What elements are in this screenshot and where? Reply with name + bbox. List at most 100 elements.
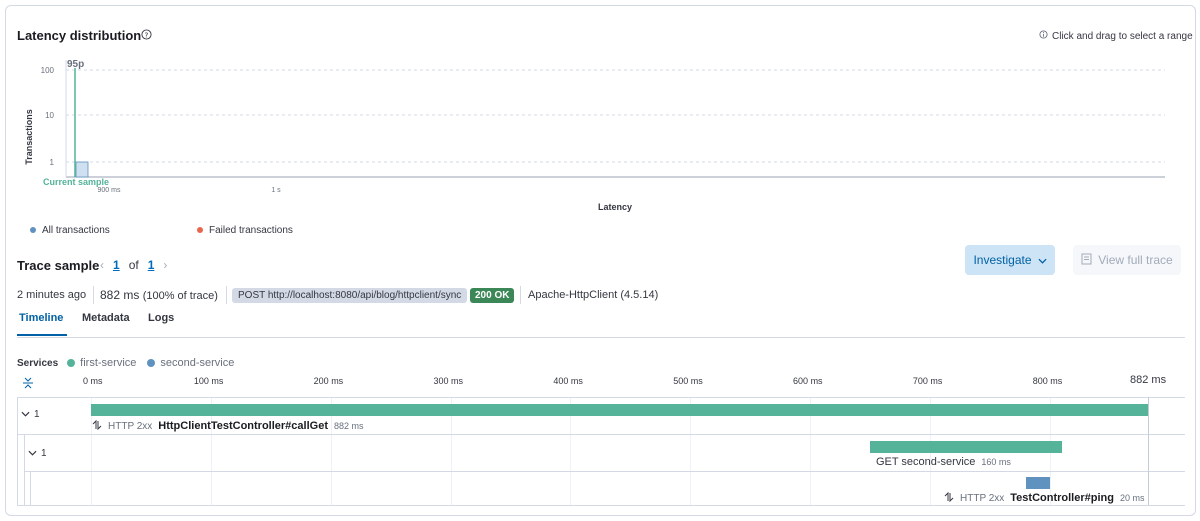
help-icon[interactable]: ? [141, 29, 152, 43]
percentile-label: 95p [67, 59, 84, 70]
timeline-tick-label: 100 ms [193, 376, 224, 386]
x-tick-label: 900 ms [98, 187, 121, 194]
investigate-button[interactable]: Investigate [965, 245, 1055, 275]
http-exit-icon [944, 491, 954, 505]
span-name: GET second-service [875, 456, 976, 468]
services-label: Services [17, 357, 59, 369]
legend-all[interactable]: All transactions [30, 225, 110, 236]
page-total[interactable]: 1 [148, 258, 155, 272]
services-legend: Services first-service second-service [17, 357, 234, 369]
timeline-tick-label: 700 ms [912, 376, 943, 386]
span-toggle[interactable]: 1 [21, 409, 40, 420]
trace-title: Trace sample [17, 258, 100, 273]
page-of: of [128, 258, 139, 272]
service-first: first-service [80, 357, 137, 369]
span-label-get-second-service[interactable]: GET second-service 160 ms [876, 456, 1011, 468]
legend-failed-label: Failed transactions [209, 225, 293, 236]
legend-failed[interactable]: Failed transactions [197, 225, 293, 236]
view-full-trace-label: View full trace [1098, 253, 1173, 267]
y-tick-label: 100 [41, 66, 55, 75]
row-divider [17, 505, 1185, 506]
trace-duration-pct: (100% of trace) [142, 290, 218, 302]
chevron-down-icon [1037, 253, 1047, 267]
trace-duration-value: 882 ms [100, 288, 140, 302]
tab-active-indicator [17, 334, 67, 336]
span-child-count: 1 [41, 448, 47, 459]
drag-hint: Click and drag to select a range [1039, 30, 1193, 42]
service-swatch [67, 359, 76, 367]
service-second: second-service [160, 357, 235, 369]
legend-all-swatch [30, 227, 36, 234]
drag-hint-text: Click and drag to select a range [1052, 30, 1193, 42]
timeline-tick-label: 200 ms [313, 376, 344, 386]
view-full-trace-button[interactable]: View full trace [1073, 245, 1181, 275]
legend-all-label: All transactions [42, 225, 110, 236]
y-axis-label: Transactions [24, 109, 34, 165]
status-badge: 200 OK [470, 288, 515, 303]
row-border [30, 471, 31, 505]
row-border [17, 397, 18, 505]
trace-pagination: ‹ 1 of 1 › [100, 258, 167, 272]
x-axis-label: Latency [598, 202, 632, 212]
info-icon [1039, 30, 1048, 42]
latency-grid [65, 60, 1165, 178]
span-duration: 20 ms [1119, 493, 1145, 503]
span-toggle[interactable]: 1 [28, 448, 47, 459]
http-exit-icon [92, 419, 102, 433]
prev-page-icon[interactable]: ‹ [100, 258, 104, 272]
collapse-all-icon[interactable] [21, 376, 35, 393]
summary-divider [226, 286, 227, 304]
latency-x-ticks: 900 ms 1 s [98, 187, 282, 194]
next-page-icon[interactable]: › [163, 258, 167, 272]
timeline-tick-label: 400 ms [553, 376, 583, 386]
span-name: HttpClientTestController#callGet [158, 420, 328, 432]
timeline-tick-label: 600 ms [793, 376, 823, 386]
tabs-divider [17, 337, 1185, 338]
user-agent: Apache-HttpClient (4.5.14) [528, 289, 659, 301]
timeline-end-line [1148, 397, 1149, 505]
span-bar-get-second-service[interactable] [869, 441, 1062, 453]
current-sample-label: Current sample [43, 177, 109, 187]
legend-failed-swatch [197, 227, 203, 234]
latency-bars [75, 161, 89, 178]
span-label-callget[interactable]: HTTP 2xx HttpClientTestController#callGe… [92, 419, 364, 433]
span-label-ping[interactable]: HTTP 2xx TestController#ping 20 ms [944, 491, 1145, 505]
row-divider [24, 471, 1185, 472]
y-tick-label: 10 [45, 111, 54, 120]
chevron-down-icon [21, 409, 30, 420]
summary-divider [93, 286, 94, 304]
document-icon [1081, 253, 1092, 268]
tab-metadata[interactable]: Metadata [82, 312, 130, 324]
latency-chart[interactable]: 100 10 1 900 ms 1 s Transactions Latency 95… [0, 50, 1200, 220]
summary-divider [520, 286, 521, 304]
span-child-count: 1 [34, 409, 40, 420]
row-divider [17, 397, 1185, 398]
span-bar-ping[interactable] [1025, 477, 1050, 489]
y-tick-label: 1 [50, 158, 55, 167]
timeline-tick-label: 800 ms [1032, 376, 1063, 386]
span-bar-callget[interactable] [91, 404, 1148, 416]
trace-duration: 882 ms (100% of trace) [100, 288, 218, 302]
x-tick-label: 1 s [271, 187, 281, 194]
service-swatch [147, 359, 156, 367]
chevron-down-icon [28, 448, 37, 459]
tab-logs[interactable]: Logs [148, 312, 174, 324]
span-kind: HTTP 2xx [960, 492, 1005, 504]
latency-bar[interactable] [75, 161, 89, 178]
span-duration: 160 ms [981, 457, 1011, 467]
svg-text:?: ? [145, 30, 149, 39]
time-ago: 2 minutes ago [17, 289, 87, 301]
page-current[interactable]: 1 [113, 258, 120, 272]
latency-y-ticks: 100 10 1 [41, 66, 55, 167]
timeline-end-label: 882 ms [1130, 374, 1167, 386]
timeline-tick-label: 300 ms [433, 376, 464, 386]
timeline-tick-label: 0 ms [83, 376, 103, 386]
row-divider [17, 434, 1185, 435]
timeline-tick-label: 500 ms [673, 376, 703, 386]
investigate-label: Investigate [973, 253, 1032, 267]
tab-timeline[interactable]: Timeline [19, 312, 63, 324]
span-name: TestController#ping [1010, 492, 1114, 504]
span-kind: HTTP 2xx [108, 420, 153, 432]
row-border [24, 434, 25, 505]
latency-title: Latency distribution [17, 28, 142, 43]
